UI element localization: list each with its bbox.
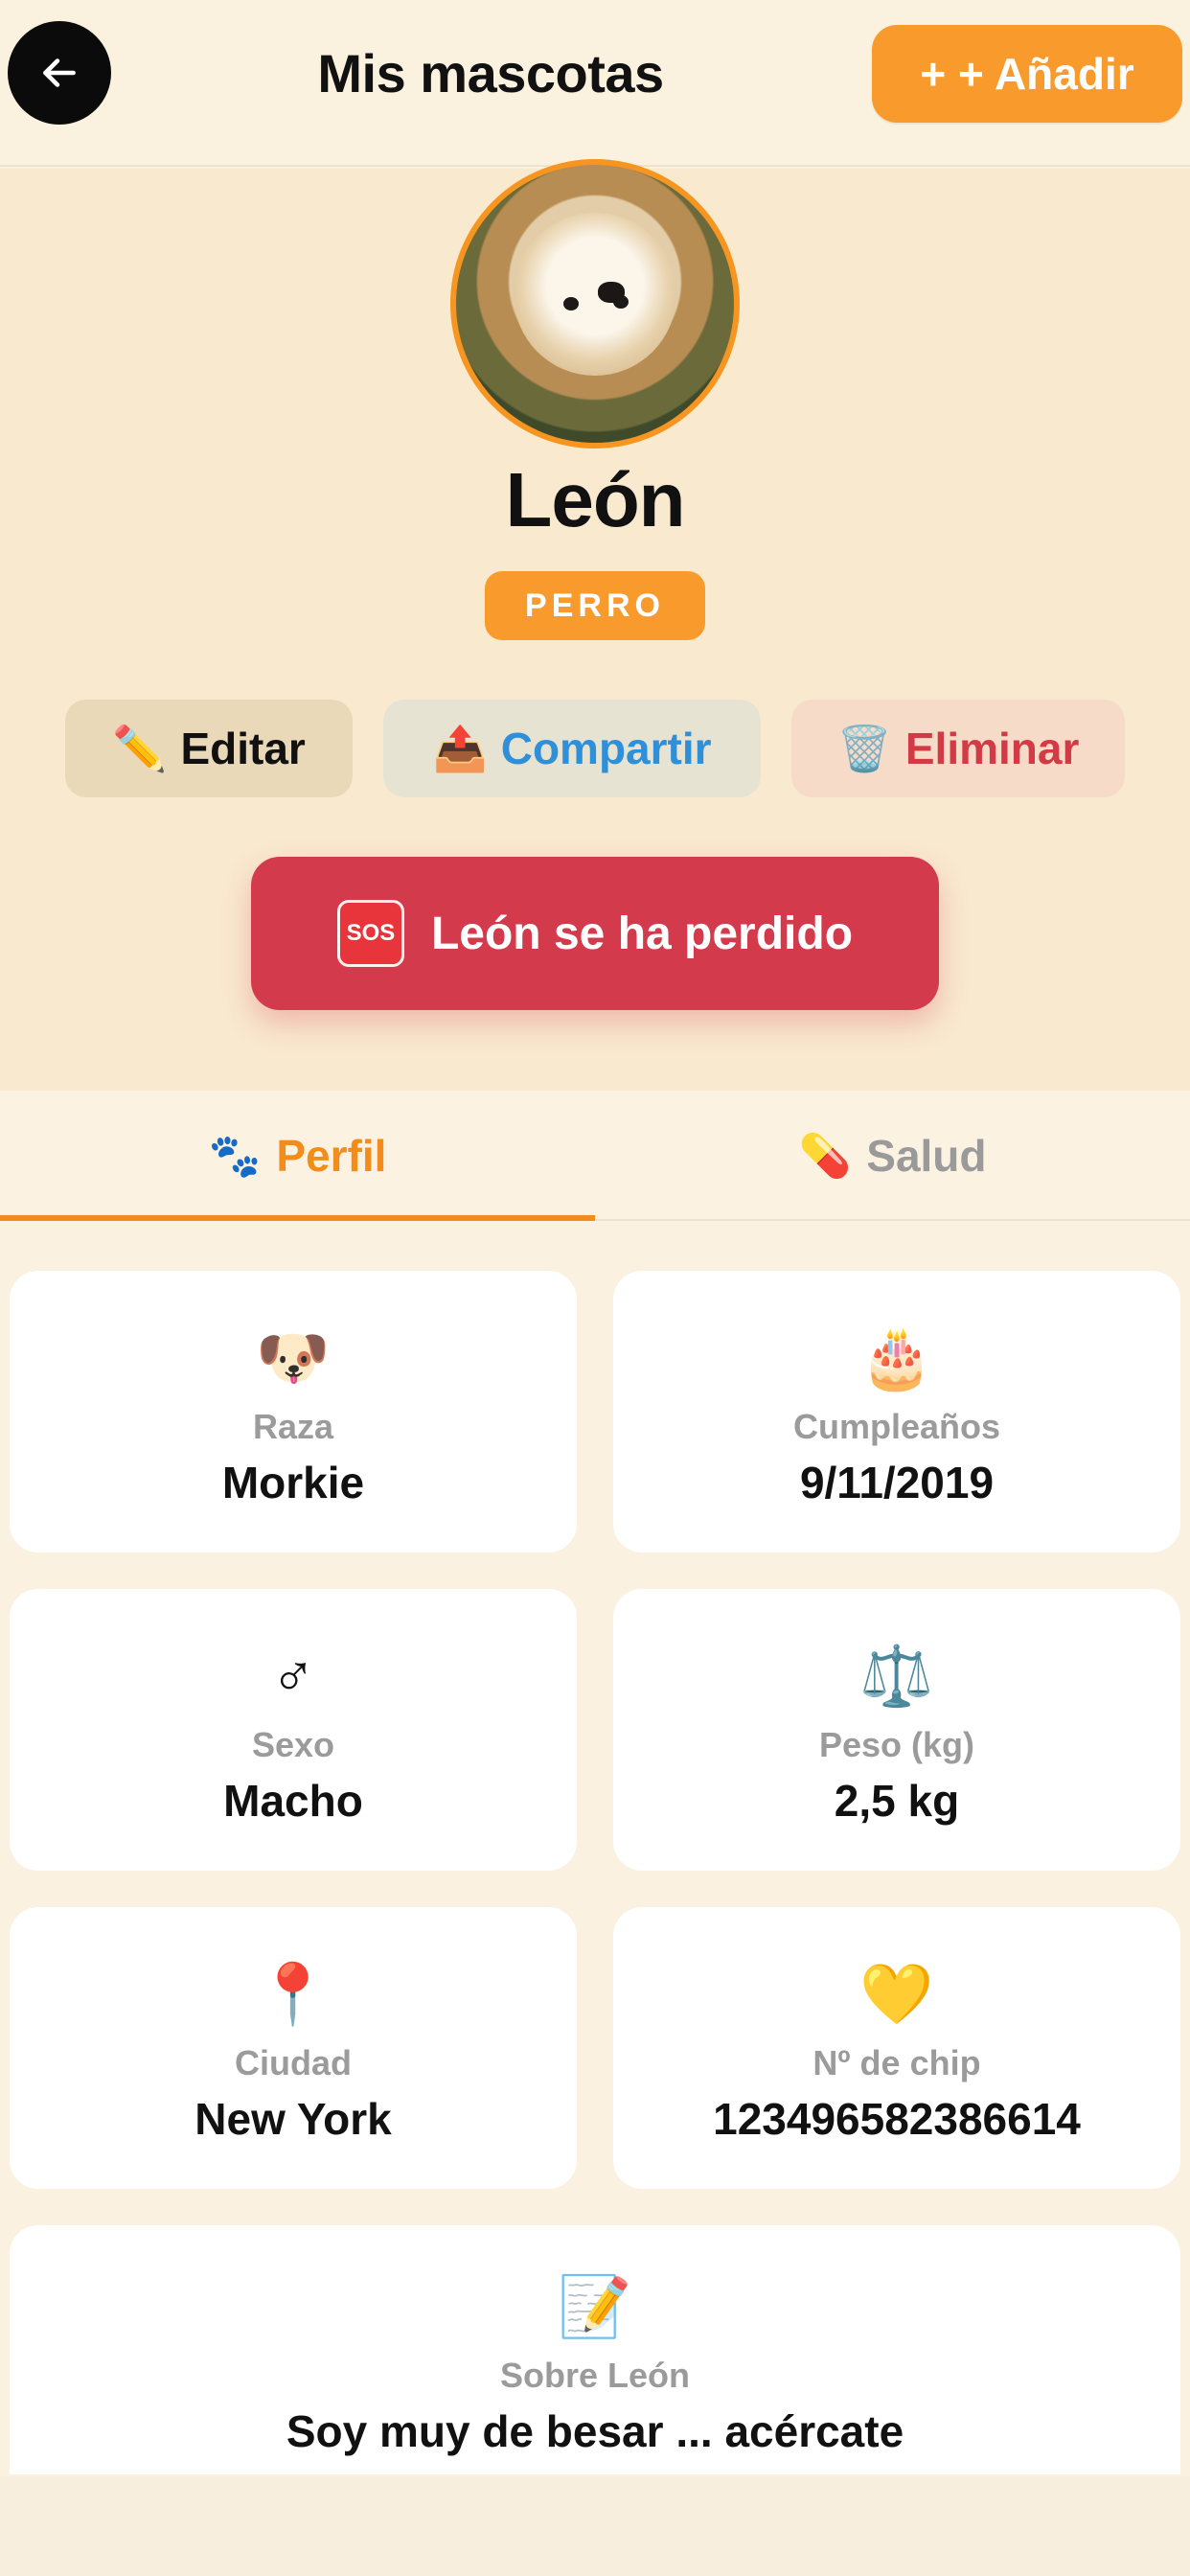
pet-hero: León PERRO ✏️ Editar 📤 Compartir 🗑️ Elim… bbox=[0, 159, 1190, 1091]
pet-profile-screen: Mis mascotas + + Añadir León PERRO ✏️ Ed… bbox=[0, 0, 1190, 2576]
about-label: Sobre León bbox=[499, 2356, 691, 2395]
birthday-value: 9/11/2019 bbox=[799, 1458, 995, 1507]
delete-button[interactable]: 🗑️ Eliminar bbox=[791, 700, 1125, 797]
birthday-label: Cumpleaños bbox=[792, 1407, 1001, 1446]
memo-icon: 📝 bbox=[558, 2274, 632, 2340]
page-title: Mis mascotas bbox=[317, 43, 664, 104]
share-button[interactable]: 📤 Compartir bbox=[383, 700, 761, 797]
bottom-area bbox=[0, 2476, 1190, 2576]
weight-label: Peso (kg) bbox=[818, 1725, 975, 1764]
weight-value: 2,5 kg bbox=[834, 1776, 960, 1826]
dog-face-icon: 🐶 bbox=[256, 1325, 331, 1392]
chip-value: 123496582386614 bbox=[713, 2094, 1081, 2144]
city-label: Ciudad bbox=[235, 2043, 352, 2082]
tab-health[interactable]: 💊 Salud bbox=[595, 1091, 1190, 1221]
delete-label: Eliminar bbox=[904, 724, 1080, 773]
breed-label: Raza bbox=[252, 1407, 334, 1446]
share-label: Compartir bbox=[500, 724, 712, 773]
about-card: 📝 Sobre León Soy muy de besar ... acérca… bbox=[10, 2225, 1180, 2474]
breed-value: Morkie bbox=[221, 1458, 365, 1507]
lost-pet-sos-button[interactable]: SOS León se ha perdido bbox=[251, 857, 939, 1010]
pet-name: León bbox=[505, 457, 685, 542]
weight-card: ⚖️ Peso (kg) 2,5 kg bbox=[613, 1589, 1180, 1871]
dog-photo bbox=[514, 213, 676, 376]
chip-card: 💛 Nº de chip 123496582386614 bbox=[613, 1907, 1180, 2189]
city-value: New York bbox=[195, 2094, 392, 2144]
sex-card: ♂ Sexo Macho bbox=[10, 1589, 577, 1871]
balance-scale-icon: ⚖️ bbox=[859, 1644, 934, 1710]
outbox-tray-icon: 📤 bbox=[432, 724, 488, 773]
tab-bar: 🐾 Perfil 💊 Salud bbox=[0, 1091, 1190, 1221]
birthday-card: 🎂 Cumpleaños 9/11/2019 bbox=[613, 1271, 1180, 1552]
cake-icon: 🎂 bbox=[859, 1325, 934, 1392]
edit-button[interactable]: ✏️ Editar bbox=[65, 700, 353, 797]
tab-health-label: Salud bbox=[866, 1131, 987, 1181]
sos-icon: SOS bbox=[336, 900, 404, 967]
pencil-icon: ✏️ bbox=[112, 724, 168, 773]
add-pet-button[interactable]: + + Añadir bbox=[872, 25, 1182, 123]
city-card: 📍 Ciudad New York bbox=[10, 1907, 577, 2189]
sex-label: Sexo bbox=[251, 1725, 335, 1764]
species-badge: PERRO bbox=[485, 571, 705, 640]
breed-card: 🐶 Raza Morkie bbox=[10, 1271, 577, 1552]
tab-profile[interactable]: 🐾 Perfil bbox=[0, 1091, 595, 1221]
pill-icon: 💊 bbox=[798, 1133, 852, 1180]
pet-avatar[interactable] bbox=[450, 159, 740, 448]
tab-profile-label: Perfil bbox=[276, 1131, 387, 1181]
location-pin-icon: 📍 bbox=[256, 1962, 331, 2028]
edit-label: Editar bbox=[180, 724, 306, 773]
paw-prints-icon: 🐾 bbox=[208, 1133, 262, 1180]
yellow-heart-icon: 💛 bbox=[859, 1962, 934, 2028]
top-bar: Mis mascotas + + Añadir bbox=[0, 0, 1190, 167]
about-value: Soy muy de besar ... acércate bbox=[286, 2406, 904, 2456]
sos-label: León se ha perdido bbox=[430, 908, 854, 959]
male-sign-icon: ♂ bbox=[270, 1644, 316, 1710]
trash-icon: 🗑️ bbox=[836, 724, 892, 773]
sex-value: Macho bbox=[223, 1776, 363, 1826]
active-tab-indicator bbox=[0, 1215, 595, 1221]
chip-label: Nº de chip bbox=[812, 2043, 981, 2082]
